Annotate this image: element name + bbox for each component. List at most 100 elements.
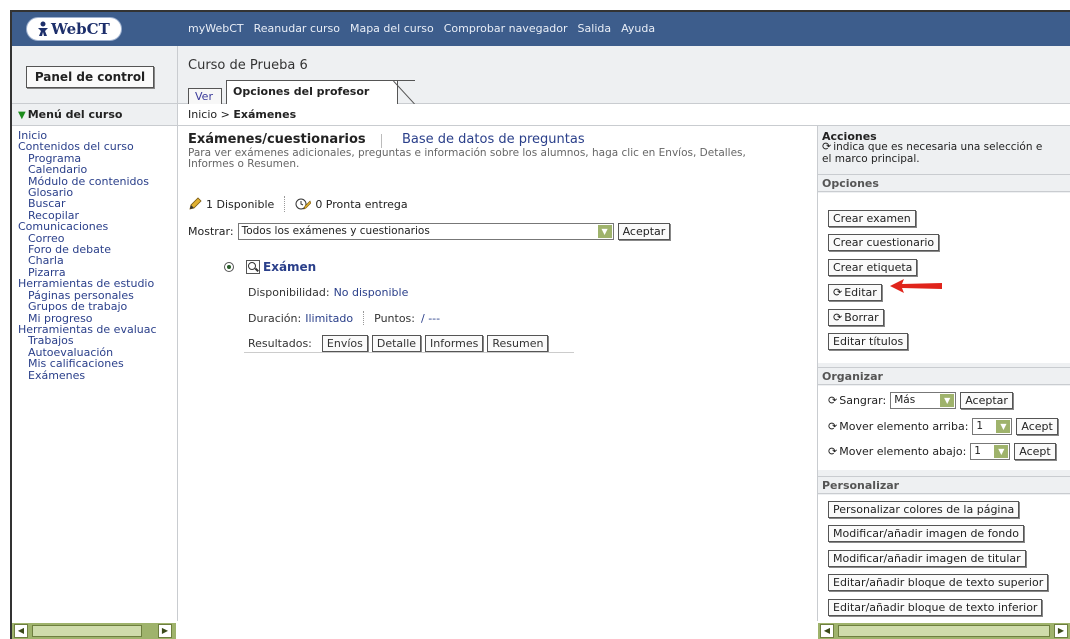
course-menu-header[interactable]: ▼ Menú del curso [12,104,178,126]
menu-item[interactable]: Grupos de trabajo [18,301,177,313]
rotate-arrow-icon: ⟳ [828,445,838,458]
move-down-select[interactable]: 1 ▼ [970,443,1011,460]
chevron-down-icon[interactable]: ▼ [996,420,1011,433]
indent-select[interactable]: Más ▼ [890,392,957,409]
results-submissions-button[interactable]: Envíos [321,335,368,352]
scroll-right-icon[interactable]: ▶ [158,624,172,638]
menu-item[interactable]: Calendario [18,164,177,176]
customize-colors-button[interactable]: Personalizar colores de la página [828,501,1020,518]
tab-teacher-options[interactable]: Opciones del profesor [226,80,398,104]
exam-filter-select[interactable]: Todos los exámenes y cuestionarios ▼ [237,223,614,240]
scroll-left-icon[interactable]: ◀ [14,624,28,638]
filter-accept-button[interactable]: Aceptar [617,223,671,240]
edit-titles-button[interactable]: Editar títulos [828,333,909,350]
top-text-block-button[interactable]: Editar/añadir bloque de texto superior [828,574,1049,591]
chevron-down-icon[interactable]: ▼ [994,445,1009,458]
nav-resume-course[interactable]: Reanudar curso [254,22,340,35]
exam-filter-value: Todos los exámenes y cuestionarios [241,225,430,237]
customize-section: Personalizar colores de la página Modifi… [818,495,1070,621]
organize-section-header: Organizar [818,367,1070,385]
rotate-arrow-icon: ⟳ [828,394,838,407]
top-nav: myWebCT Reanudar curso Mapa del curso Co… [188,22,655,35]
question-database-link[interactable]: Base de datos de preguntas [402,132,585,147]
page-title: Exámenes/cuestionarios [188,132,366,147]
options-section-header: Opciones [818,174,1070,192]
course-menu: Inicio Contenidos del curso Programa Calend… [12,126,178,621]
create-label-button[interactable]: Crear etiqueta [828,259,918,276]
magnifier-icon[interactable] [246,260,260,274]
move-down-accept-button[interactable]: Acept [1014,443,1056,460]
bottom-text-block-button[interactable]: Editar/añadir bloque de texto inferior [828,599,1043,616]
actions-scrollbar[interactable]: ◀ ▶ [818,623,1070,639]
breadcrumb-home[interactable]: Inicio [188,108,217,121]
move-up-select[interactable]: 1 ▼ [972,418,1013,435]
results-summary-button[interactable]: Resumen [487,335,549,352]
menu-item[interactable]: Trabajos [18,335,177,347]
indent-accept-button[interactable]: Aceptar [960,392,1013,409]
nav-logout[interactable]: Salida [578,22,612,35]
create-exam-button[interactable]: Crear examen [828,210,916,227]
menu-scrollbar[interactable]: ◀ ▶ [12,623,176,639]
breadcrumb-separator: > [220,108,230,121]
move-down-row: ⟳ Mover elemento abajo: 1 ▼ Acept [828,443,1056,460]
scroll-left-icon[interactable]: ◀ [820,624,834,638]
tab-view[interactable]: Ver [188,88,222,104]
chevron-down-icon[interactable]: ▼ [940,394,955,407]
nav-check-browser[interactable]: Comprobar navegador [444,22,568,35]
actions-note: ⟳ indica que es necesaria una selección e… [822,141,1070,165]
banner-image-button[interactable]: Modificar/añadir imagen de titular [828,550,1026,567]
duration-value[interactable]: Ilimitado [305,312,353,325]
logo-text: WebCT [51,20,110,38]
breadcrumb-current: Exámenes [233,108,297,121]
triangle-down-icon: ▼ [18,110,26,121]
nav-mywebct[interactable]: myWebCT [188,22,244,35]
indent-row: ⟳ Sangrar: Más ▼ Aceptar [828,392,1013,409]
available-count: 1 Disponible [206,197,275,211]
rotate-arrow-icon: ⟳ [833,286,843,299]
menu-item[interactable]: Comunicaciones [18,221,177,233]
menu-item[interactable]: Herramientas de estudio [18,278,177,290]
duration-divider [363,311,365,325]
options-section: Crear examen Crear cuestionario Crear et… [818,193,1070,363]
actions-panel: Acciones ⟳ indica que es necesaria una se… [817,126,1070,621]
nav-help[interactable]: Ayuda [621,22,655,35]
clock-pencil-icon [295,198,312,210]
move-up-accept-button[interactable]: Acept [1016,418,1058,435]
webct-logo[interactable]: WebCT [26,17,122,41]
tab-corner [393,80,415,104]
control-panel-area: Panel de control [12,46,178,104]
exam-radio[interactable] [224,262,234,272]
course-title: Curso de Prueba 6 [188,58,308,73]
background-image-button[interactable]: Modificar/añadir imagen de fondo [828,525,1024,542]
points-value[interactable]: / --- [421,312,440,325]
organize-section: ⟳ Sangrar: Más ▼ Aceptar ⟳ Mover elemento… [818,386,1070,470]
title-divider [381,134,382,148]
results-label: Resultados: [248,337,312,350]
exam-item: Exámen Disponibilidad: No disponible Dur… [224,260,574,352]
chevron-down-icon[interactable]: ▼ [597,225,612,238]
delete-button[interactable]: ⟳ Borrar [828,309,884,326]
results-detail-button[interactable]: Detalle [371,335,422,352]
scroll-right-icon[interactable]: ▶ [1054,624,1068,638]
availability-value[interactable]: No disponible [334,286,409,299]
exam-divider [244,352,574,353]
control-panel-button[interactable]: Panel de control [26,66,154,88]
move-down-label: Mover elemento abajo: [839,445,967,458]
breadcrumb: Inicio > Exámenes [178,104,1070,126]
filter-label: Mostrar: [188,225,234,238]
webct-person-icon [38,21,48,36]
results-reports-button[interactable]: Informes [425,335,484,352]
top-bar: WebCT myWebCT Reanudar curso Mapa del cu… [12,12,1070,46]
edit-button[interactable]: ⟳ Editar [828,284,882,301]
menu-item[interactable]: Mis calificaciones [18,358,177,370]
webct-window: WebCT myWebCT Reanudar curso Mapa del cu… [10,10,1070,639]
create-questionnaire-button[interactable]: Crear cuestionario [828,234,940,251]
move-up-label: Mover elemento arriba: [839,420,969,433]
nav-course-map[interactable]: Mapa del curso [350,22,434,35]
actions-scroll-thumb[interactable] [838,625,1050,637]
points-label: Puntos: [374,311,415,325]
exam-name-link[interactable]: Exámen [263,260,316,274]
availability-label: Disponibilidad: [248,286,330,299]
menu-scroll-thumb[interactable] [32,625,142,637]
menu-item[interactable]: Exámenes [18,369,177,381]
